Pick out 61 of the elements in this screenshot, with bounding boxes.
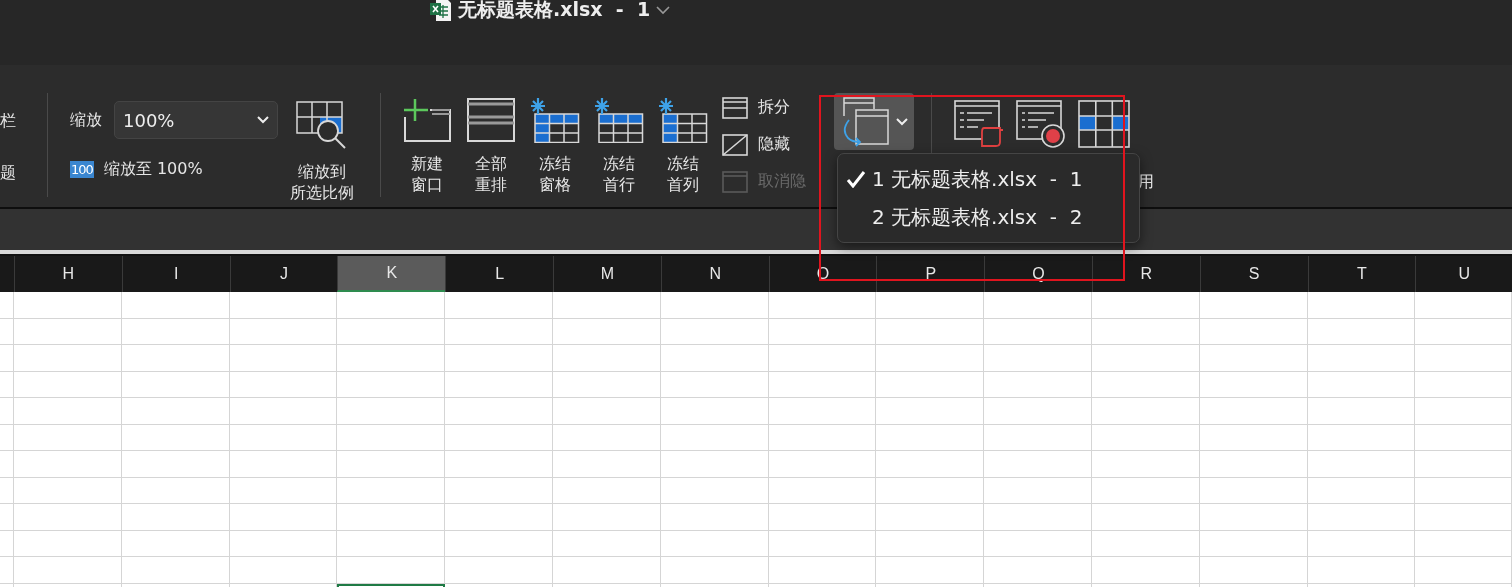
- chevron-down-icon: [257, 116, 269, 124]
- switch-windows-button[interactable]: [834, 93, 914, 150]
- column-header[interactable]: U: [1415, 256, 1512, 292]
- column-header[interactable]: I: [121, 256, 230, 292]
- zoom-selection-icon: [296, 101, 348, 151]
- new-window-icon: [402, 97, 452, 143]
- table-cell: [0, 557, 14, 584]
- view-macros-button[interactable]: [954, 100, 1004, 148]
- table-cell: [0, 398, 14, 425]
- hide-icon: [722, 133, 748, 156]
- column-header[interactable]: S: [1199, 256, 1308, 292]
- window-title: 无标题表格.xlsx - 1: [458, 0, 651, 22]
- column-header[interactable]: K: [337, 256, 446, 292]
- freeze-row-button[interactable]: 冻结首行: [593, 97, 645, 195]
- menu-item[interactable]: 1 无标题表格.xlsx - 1: [838, 160, 1139, 198]
- ribbon-label: 用: [1138, 172, 1154, 193]
- ribbon-label: 题: [0, 163, 17, 183]
- arrange-button[interactable]: 全部重排: [465, 97, 517, 195]
- zoom-label: 缩放: [70, 109, 102, 131]
- menu-item[interactable]: 2 无标题表格.xlsx - 2: [838, 198, 1139, 236]
- column-header[interactable]: T: [1307, 256, 1416, 292]
- arrange-windows-icon: [466, 97, 516, 143]
- column-header[interactable]: R: [1091, 256, 1200, 292]
- zoom-to-selection-button[interactable]: 缩放到 所选比例: [284, 101, 360, 203]
- zoom-to-100-button[interactable]: 缩放至 100%: [103, 157, 203, 182]
- column-header[interactable]: L: [445, 256, 553, 292]
- column-header[interactable]: J: [229, 256, 338, 292]
- chevron-down-icon: [896, 117, 908, 126]
- table-cell: [0, 451, 14, 478]
- table-cell: [0, 318, 14, 345]
- split-icon: [722, 96, 748, 119]
- snowflake-grid-icon: [530, 97, 580, 143]
- table-cell: [0, 530, 14, 557]
- column-header[interactable]: H: [14, 256, 122, 292]
- freeze-column-button[interactable]: 冻结首列: [657, 97, 709, 195]
- table-cell: [0, 424, 14, 451]
- snowflake-grid-icon: [594, 97, 644, 143]
- column-header[interactable]: P: [876, 256, 985, 292]
- new-window-button[interactable]: 新建窗口: [401, 97, 453, 195]
- record-macro-icon: [1016, 100, 1066, 148]
- ribbon-label: 栏: [0, 111, 17, 131]
- table-cell: [0, 292, 14, 319]
- table-cell: [0, 477, 14, 504]
- table-cell: [0, 504, 14, 531]
- spreadsheet-file-icon: [430, 0, 452, 22]
- zoom-100-icon: 100: [70, 161, 94, 178]
- zoom-dropdown[interactable]: 100%: [114, 101, 278, 139]
- checkmark-icon: [846, 170, 866, 188]
- column-header[interactable]: N: [660, 256, 769, 292]
- split-button[interactable]: 拆分: [722, 95, 806, 120]
- switch-windows-icon: [840, 95, 892, 148]
- table-cell: [0, 371, 14, 398]
- column-header[interactable]: M: [553, 256, 661, 292]
- hide-button[interactable]: 隐藏: [722, 132, 806, 157]
- unhide-icon: [722, 170, 748, 193]
- freeze-panes-button[interactable]: 冻结窗格: [529, 97, 581, 195]
- record-macro-button[interactable]: [1016, 100, 1066, 148]
- chevron-down-icon[interactable]: [656, 5, 671, 15]
- macro-list-icon: [954, 100, 1004, 148]
- table-cell: [0, 345, 14, 372]
- snowflake-grid-icon: [658, 97, 708, 143]
